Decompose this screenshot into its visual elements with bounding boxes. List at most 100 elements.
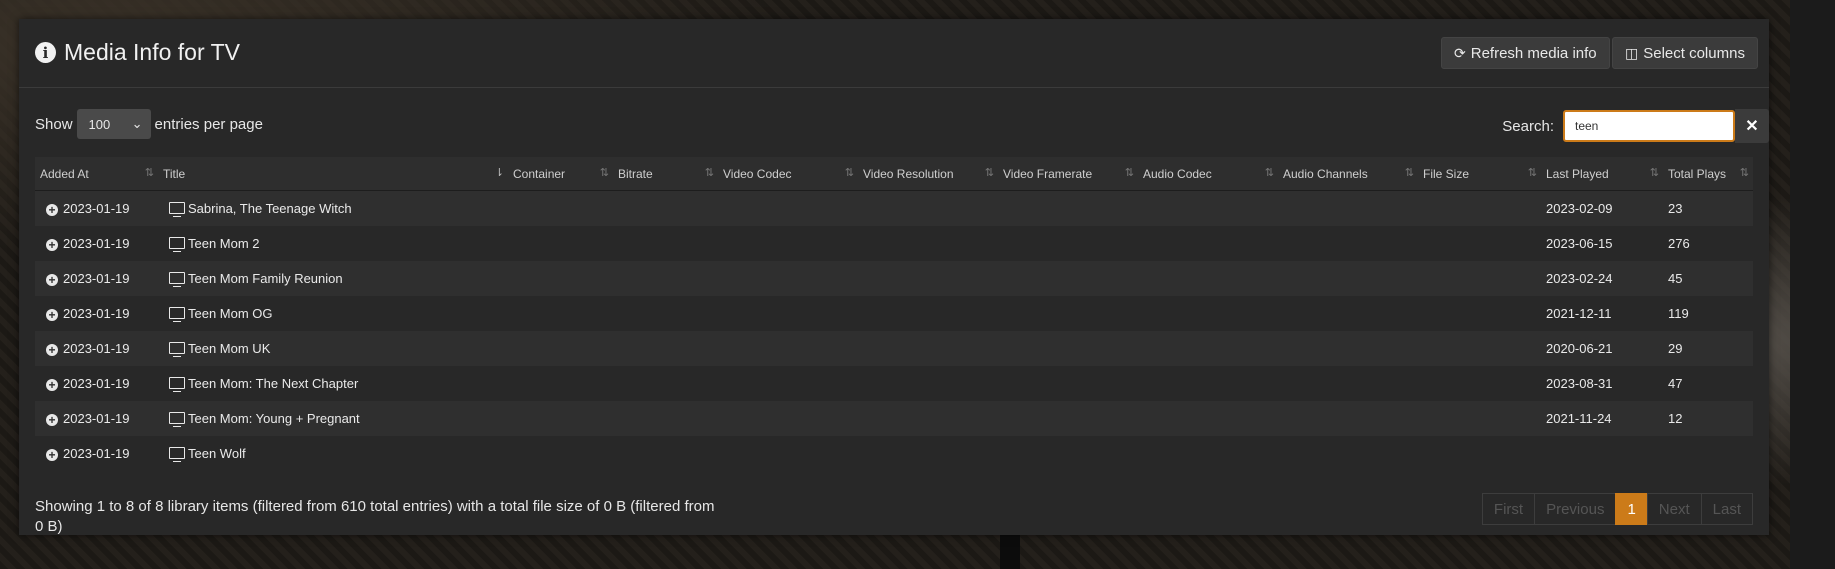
video-resolution-cell xyxy=(858,226,998,261)
video-codec-cell xyxy=(718,436,858,471)
table-row[interactable]: +2023-01-19 Teen Mom 2 2023-06-15 276 xyxy=(35,226,1753,261)
container-cell xyxy=(508,331,613,366)
refresh-media-info-button[interactable]: ⟳ Refresh media info xyxy=(1441,37,1610,69)
title-cell[interactable]: Teen Mom: Young + Pregnant xyxy=(158,401,508,436)
bitrate-cell xyxy=(613,331,718,366)
video-resolution-cell xyxy=(858,436,998,471)
table-row[interactable]: +2023-01-19 Teen Mom: Young + Pregnant 202… xyxy=(35,401,1753,436)
column-header[interactable]: Audio Channels ⇅ xyxy=(1278,157,1418,191)
column-header[interactable]: Title ⇂ xyxy=(158,157,508,191)
total-plays-cell: 45 xyxy=(1663,261,1753,296)
video-codec-cell xyxy=(718,261,858,296)
tv-icon xyxy=(169,447,185,462)
bitrate-cell xyxy=(613,261,718,296)
title-cell[interactable]: Teen Mom UK xyxy=(158,331,508,366)
current-page-button[interactable]: 1 xyxy=(1615,493,1648,525)
tv-icon xyxy=(169,377,185,392)
last-played-cell: 2023-02-24 xyxy=(1541,261,1663,296)
audio-codec-cell xyxy=(1138,226,1278,261)
plus-circle-icon[interactable]: + xyxy=(46,414,58,426)
audio-channels-cell xyxy=(1278,366,1418,401)
video-framerate-cell xyxy=(998,366,1138,401)
column-header[interactable]: File Size ⇅ xyxy=(1418,157,1541,191)
tv-icon xyxy=(169,412,185,427)
column-header[interactable]: Container ⇅ xyxy=(508,157,613,191)
entries-per-page-select[interactable]: 100 ⌄ xyxy=(76,109,151,139)
refresh-icon: ⟳ xyxy=(1454,44,1466,61)
column-header[interactable]: Total Plays ⇅ xyxy=(1663,157,1753,191)
file-size-cell xyxy=(1418,331,1541,366)
plus-circle-icon[interactable]: + xyxy=(46,379,58,391)
last-played-cell: 2023-08-31 xyxy=(1541,366,1663,401)
plus-circle-icon[interactable]: + xyxy=(46,204,58,216)
table-row[interactable]: +2023-01-19 Sabrina, The Teenage Witch 202… xyxy=(35,190,1753,226)
last-page-button[interactable]: Last xyxy=(1700,493,1753,525)
total-plays-cell: 119 xyxy=(1663,296,1753,331)
container-cell xyxy=(508,366,613,401)
search-label: Search: xyxy=(1502,117,1554,135)
plus-circle-icon[interactable]: + xyxy=(46,449,58,461)
container-cell xyxy=(508,296,613,331)
video-resolution-cell xyxy=(858,190,998,226)
columns-icon: ◫ xyxy=(1625,44,1639,61)
close-icon[interactable]: ✕ xyxy=(1735,109,1769,143)
first-page-button[interactable]: First xyxy=(1481,493,1536,525)
table-header-row: Added At ⇅ Title ⇂ Container ⇅ Bitrate ⇅ Vid… xyxy=(35,157,1753,191)
video-framerate-cell xyxy=(998,261,1138,296)
table-row[interactable]: +2023-01-19 Teen Mom UK 2020-06-21 29 xyxy=(35,331,1753,366)
column-header[interactable]: Audio Codec ⇅ xyxy=(1138,157,1278,191)
title-cell[interactable]: Teen Mom Family Reunion xyxy=(158,261,508,296)
plus-circle-icon[interactable]: + xyxy=(46,309,58,321)
added-at-cell: +2023-01-19 xyxy=(35,436,158,471)
table-row[interactable]: +2023-01-19 Teen Mom OG 2021-12-11 119 xyxy=(35,296,1753,331)
search-input[interactable] xyxy=(1563,110,1735,142)
container-cell xyxy=(508,261,613,296)
table-row[interactable]: +2023-01-19 Teen Mom Family Reunion 2023-0… xyxy=(35,261,1753,296)
column-header[interactable]: Added At ⇅ xyxy=(35,157,158,191)
pagination: First Previous 1 Next Last xyxy=(1481,493,1753,525)
page-title: i Media Info for TV xyxy=(35,39,240,66)
column-header[interactable]: Video Codec ⇅ xyxy=(718,157,858,191)
added-at-cell: +2023-01-19 xyxy=(35,366,158,401)
bitrate-cell xyxy=(613,401,718,436)
title-cell[interactable]: Teen Wolf xyxy=(158,436,508,471)
media-info-table: Added At ⇅ Title ⇂ Container ⇅ Bitrate ⇅ Vid… xyxy=(35,157,1753,471)
container-cell xyxy=(508,401,613,436)
next-page-button[interactable]: Next xyxy=(1646,493,1702,525)
title-cell[interactable]: Teen Mom OG xyxy=(158,296,508,331)
video-codec-cell xyxy=(718,366,858,401)
title-cell[interactable]: Teen Mom 2 xyxy=(158,226,508,261)
added-at-cell: +2023-01-19 xyxy=(35,261,158,296)
column-header[interactable]: Video Framerate ⇅ xyxy=(998,157,1138,191)
video-resolution-cell xyxy=(858,261,998,296)
file-size-cell xyxy=(1418,366,1541,401)
container-cell xyxy=(508,226,613,261)
video-framerate-cell xyxy=(998,296,1138,331)
media-info-panel: i Media Info for TV ⟳ Refresh media info… xyxy=(19,19,1769,535)
video-codec-cell xyxy=(718,331,858,366)
total-plays-cell: 23 xyxy=(1663,190,1753,226)
table-row[interactable]: +2023-01-19 Teen Mom: The Next Chapter 202… xyxy=(35,366,1753,401)
title-cell[interactable]: Sabrina, The Teenage Witch xyxy=(158,190,508,226)
refresh-media-info-label: Refresh media info xyxy=(1470,44,1597,62)
tv-icon xyxy=(169,342,185,357)
plus-circle-icon[interactable]: + xyxy=(46,344,58,356)
plus-circle-icon[interactable]: + xyxy=(46,239,58,251)
plus-circle-icon[interactable]: + xyxy=(46,274,58,286)
audio-channels-cell xyxy=(1278,401,1418,436)
bitrate-cell xyxy=(613,366,718,401)
sort-asc-icon: ⇂ xyxy=(494,167,504,179)
sort-icon: ⇅ xyxy=(1124,167,1134,179)
column-header[interactable]: Video Resolution ⇅ xyxy=(858,157,998,191)
previous-page-button[interactable]: Previous xyxy=(1534,493,1617,525)
audio-channels-cell xyxy=(1278,331,1418,366)
tv-icon xyxy=(169,272,185,287)
column-header[interactable]: Bitrate ⇅ xyxy=(613,157,718,191)
column-header[interactable]: Last Played ⇅ xyxy=(1541,157,1663,191)
title-cell[interactable]: Teen Mom: The Next Chapter xyxy=(158,366,508,401)
sort-icon: ⇅ xyxy=(1527,167,1537,179)
select-columns-button[interactable]: ◫ Select columns xyxy=(1612,37,1758,69)
select-columns-label: Select columns xyxy=(1643,44,1745,62)
show-label: Show xyxy=(35,115,73,133)
table-row[interactable]: +2023-01-19 Teen Wolf xyxy=(35,436,1753,471)
